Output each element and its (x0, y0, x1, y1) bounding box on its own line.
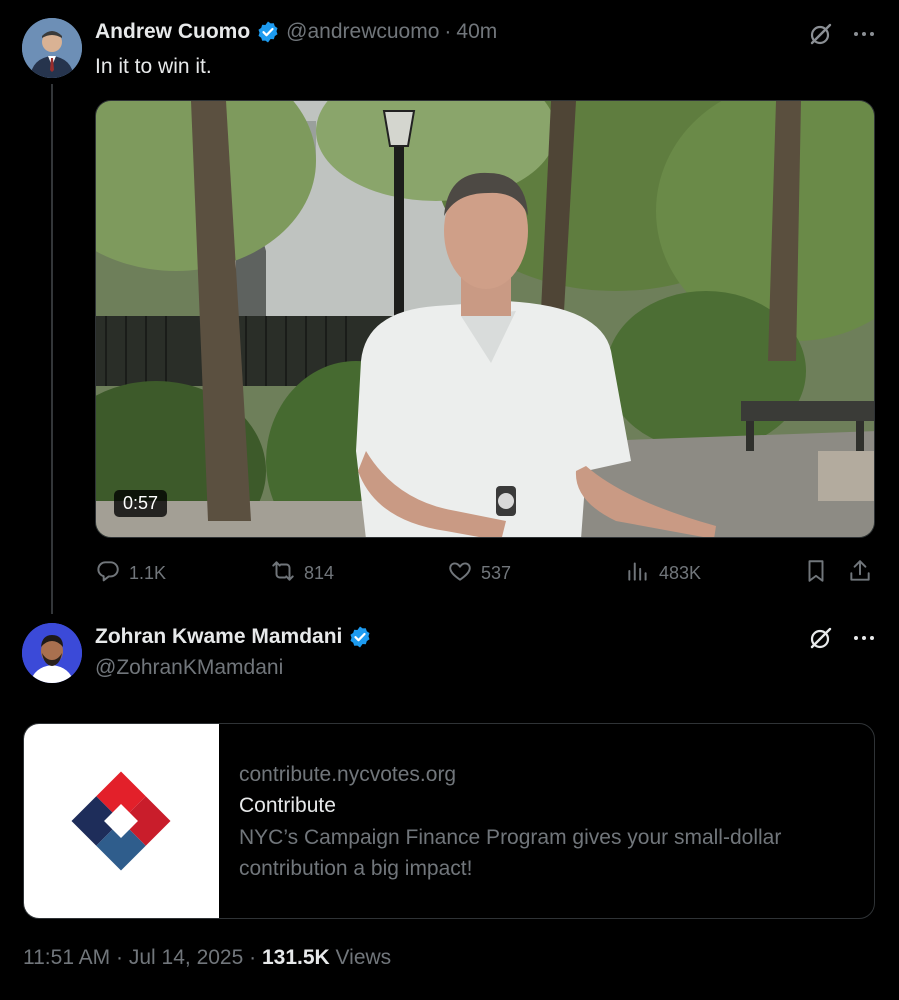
bookmark-icon (803, 558, 829, 589)
author-handle[interactable]: @ZohranKMamdani (95, 656, 283, 680)
tweet1-action-bar: 1.1K 814 537 483K (95, 555, 875, 591)
separator-dot: · (249, 946, 257, 969)
card-thumbnail (24, 724, 219, 918)
share-button[interactable] (847, 555, 873, 591)
video-duration-badge: 0:57 (114, 490, 168, 517)
link-preview-card[interactable]: contribute.nycvotes.org Contribute NYC’s… (23, 723, 875, 919)
avatar-andrew-cuomo[interactable] (22, 18, 82, 78)
views-button[interactable]: 483K (625, 555, 701, 591)
verified-badge-icon (348, 625, 372, 649)
avatar-zohran-mamdani[interactable] (22, 623, 82, 683)
views-label: Views (335, 946, 392, 969)
tweet2-header: Zohran Kwame Mamdani (95, 625, 372, 649)
author-name[interactable]: Zohran Kwame Mamdani (95, 625, 342, 649)
reply-count: 1.1K (129, 562, 167, 583)
post-time[interactable]: 11:51 AM (23, 946, 110, 969)
card-description: NYC’s Campaign Finance Program gives you… (239, 826, 782, 880)
author-handle[interactable]: @andrewcuomo (286, 20, 439, 44)
repost-icon (270, 558, 296, 589)
tweet2-top-actions (808, 625, 876, 656)
grok-icon[interactable] (808, 625, 834, 656)
tweet1-top-actions (808, 21, 876, 52)
repost-button[interactable]: 814 (270, 555, 334, 591)
views-icon (625, 558, 651, 589)
more-icon[interactable] (852, 626, 876, 655)
thread-connector-line (51, 84, 53, 614)
card-title: Contribute (239, 794, 336, 817)
like-count: 537 (481, 562, 512, 583)
views-total: 131.5K (261, 946, 330, 969)
reply-button[interactable]: 1.1K (95, 555, 166, 591)
card-body: contribute.nycvotes.org Contribute NYC’s… (239, 760, 844, 884)
views-count: 483K (659, 562, 702, 583)
reply-icon (95, 558, 121, 589)
verified-badge-icon (256, 20, 280, 44)
like-icon (447, 558, 473, 589)
like-button[interactable]: 537 (447, 555, 511, 591)
share-icon (847, 558, 873, 589)
video-thumbnail (96, 101, 874, 537)
post-time[interactable]: 40m (456, 20, 497, 44)
separator-dot: · (444, 20, 452, 43)
grok-icon[interactable] (808, 21, 834, 52)
card-domain: contribute.nycvotes.org (239, 763, 457, 786)
tweet1-header: Andrew Cuomo @andrewcuomo · 40m (95, 20, 497, 44)
separator-dot: · (116, 946, 124, 969)
post-date[interactable]: Jul 14, 2025 (129, 946, 243, 969)
tweet-text: In it to win it. (95, 55, 212, 78)
tweet2-handle-row: @ZohranKMamdani (95, 656, 283, 680)
more-icon[interactable] (852, 22, 876, 51)
author-name[interactable]: Andrew Cuomo (95, 20, 250, 44)
bookmark-button[interactable] (803, 555, 829, 591)
post-meta: 11:51 AM · Jul 14, 2025 · 131.5K Views (23, 946, 391, 970)
nycvotes-logo-icon (71, 771, 171, 871)
repost-count: 814 (304, 562, 335, 583)
video-player[interactable]: 0:57 (95, 100, 875, 538)
